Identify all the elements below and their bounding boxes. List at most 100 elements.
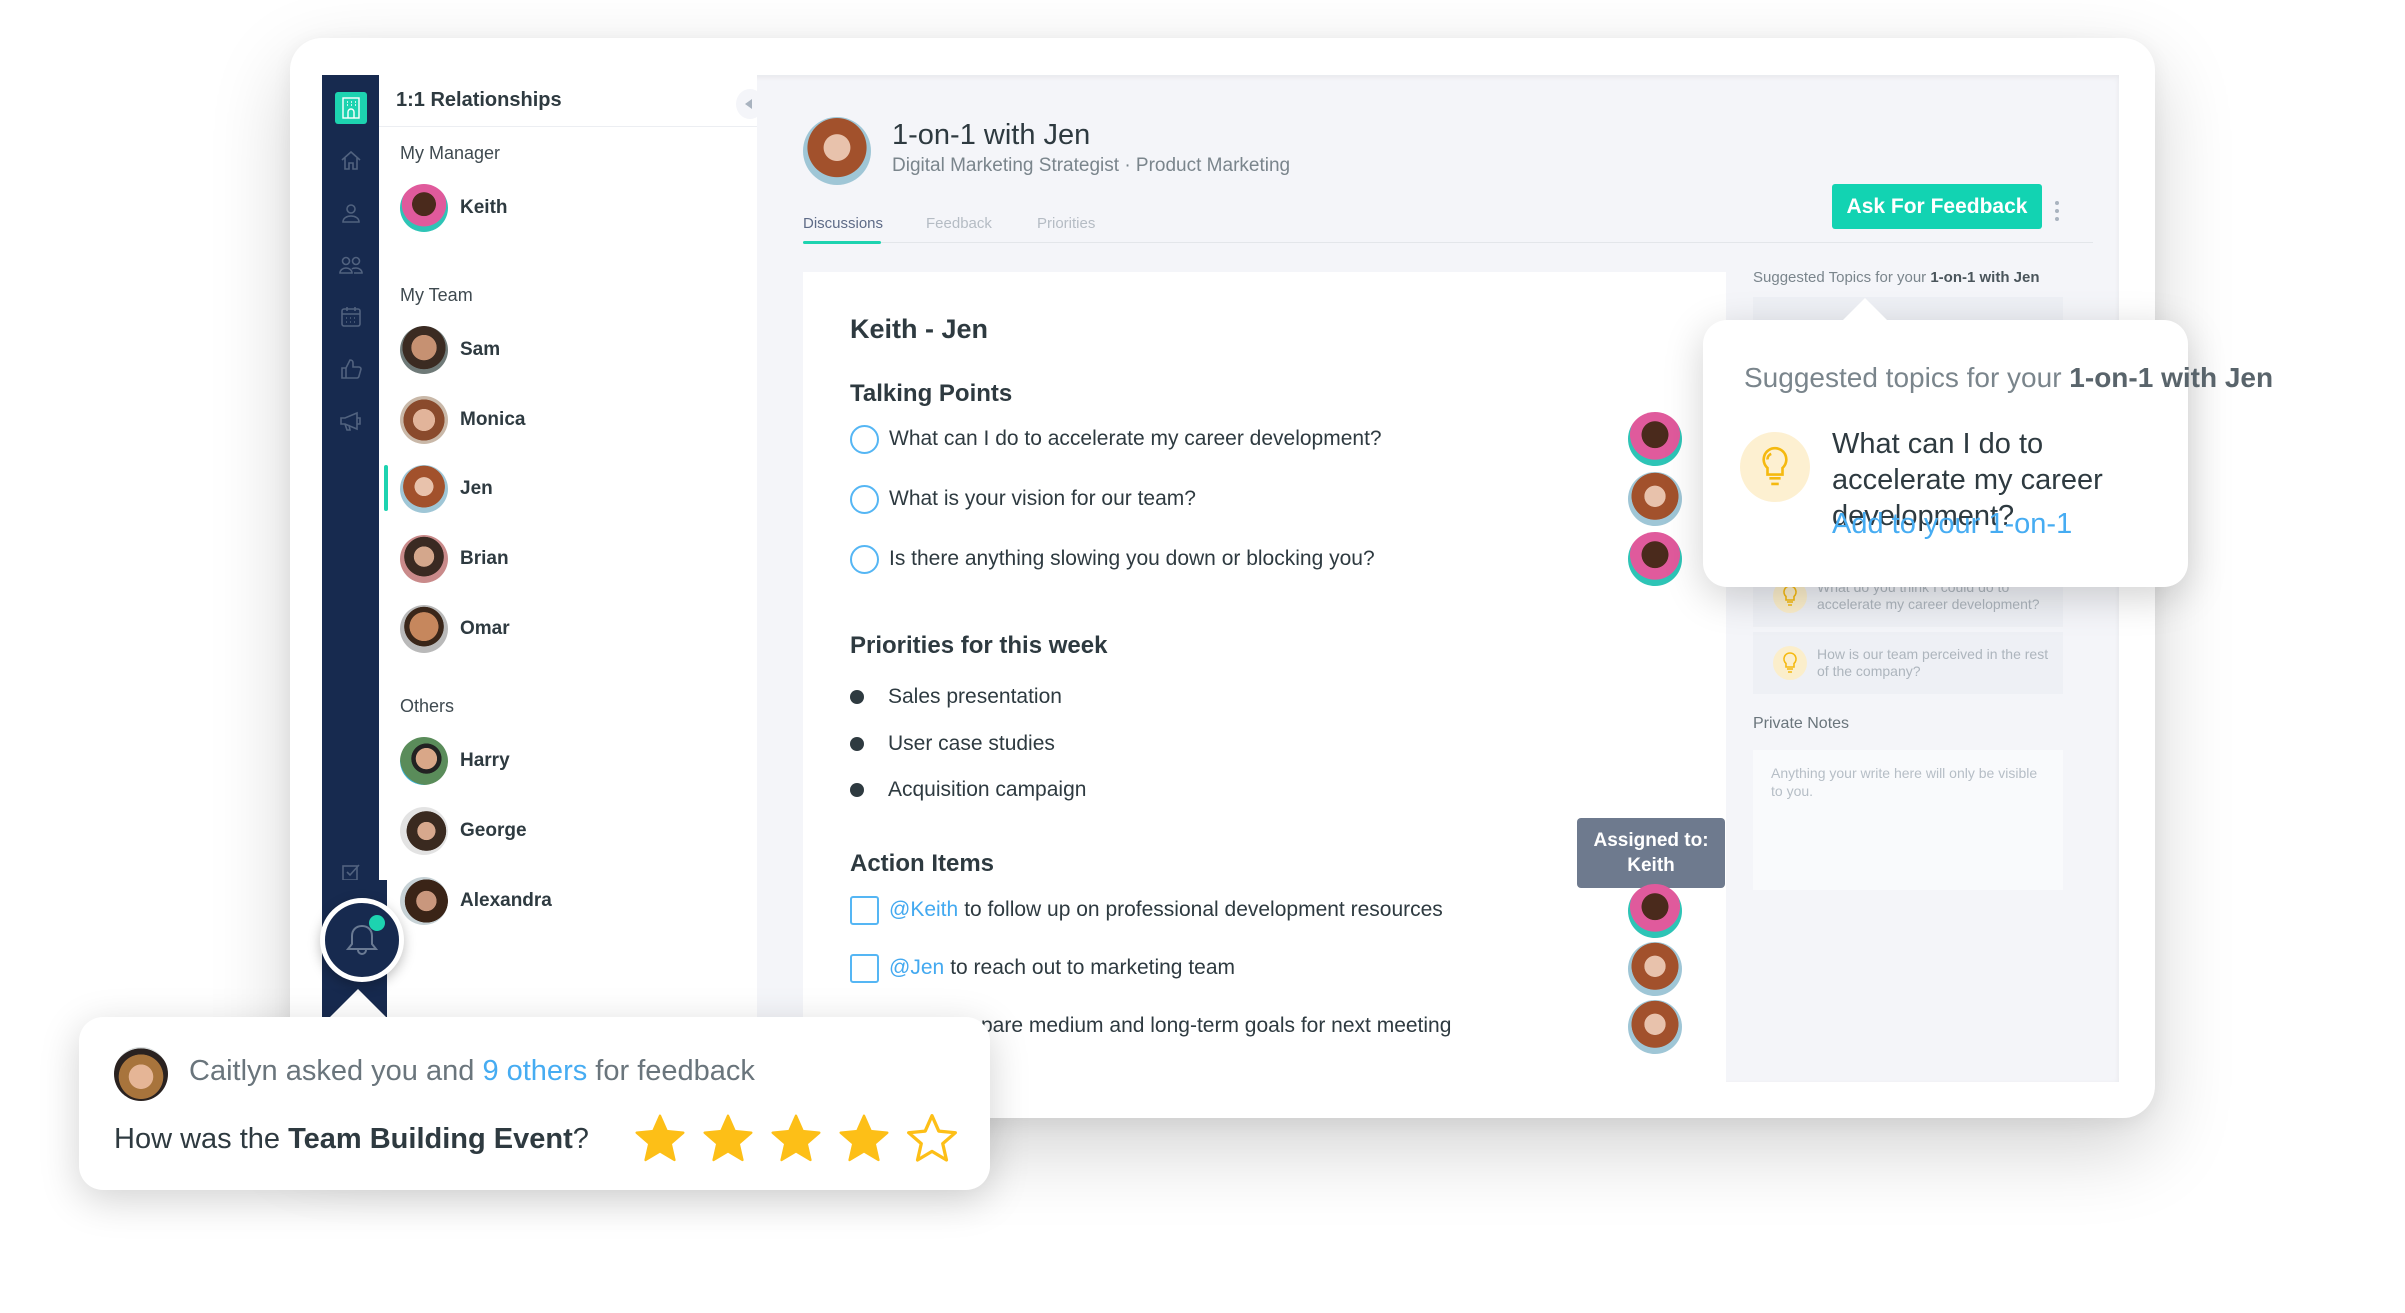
- person-name: Harry: [460, 750, 510, 771]
- avatar: [400, 605, 448, 653]
- action-item-text: to reach out to marketing team: [950, 956, 1235, 979]
- calendar-icon[interactable]: [337, 303, 365, 331]
- talking-point-text: What can I do to accelerate my career de…: [889, 427, 1382, 450]
- person-name: Keith: [460, 197, 508, 218]
- action-item[interactable]: @Jen to reach out to marketing team: [850, 951, 1235, 985]
- priority-text: Acquisition campaign: [888, 778, 1087, 801]
- priority-item: Sales presentation: [842, 680, 1062, 714]
- bullet-icon: [850, 737, 864, 751]
- avatar: [400, 396, 448, 444]
- person-jen[interactable]: Jen: [400, 464, 493, 514]
- mention-link[interactable]: @Jen: [889, 956, 944, 980]
- action-item-text: pare medium and long-term goals for next…: [981, 1014, 1452, 1037]
- person-name: Alexandra: [460, 890, 552, 911]
- ask-for-feedback-button[interactable]: Ask For Feedback: [1832, 184, 2042, 229]
- talking-point-item[interactable]: What can I do to accelerate my career de…: [850, 422, 1382, 456]
- star-rating[interactable]: [632, 1111, 972, 1167]
- person-name: Brian: [460, 548, 509, 569]
- avatar: [400, 535, 448, 583]
- tooltip-name: Keith: [1627, 855, 1675, 876]
- mention-link[interactable]: @Keith: [889, 898, 958, 922]
- building-icon[interactable]: [335, 92, 367, 124]
- relationships-header: 1:1 Relationships: [379, 75, 757, 127]
- star-filled-icon[interactable]: [632, 1111, 688, 1167]
- avatar: [400, 184, 448, 232]
- user-icon[interactable]: [337, 199, 365, 227]
- owner-avatar-keith: [1628, 412, 1682, 466]
- lightbulb-icon: [1740, 432, 1810, 502]
- more-options-icon[interactable]: [2054, 201, 2060, 225]
- person-monica[interactable]: Monica: [400, 395, 525, 445]
- person-sam[interactable]: Sam: [400, 325, 500, 375]
- suggestion-item[interactable]: How is our team perceived in the rest of…: [1753, 632, 2063, 694]
- tab-discussions[interactable]: Discussions: [803, 215, 883, 232]
- person-name: Monica: [460, 409, 526, 430]
- priority-item: Acquisition campaign: [842, 773, 1086, 807]
- relationships-panel: 1:1 Relationships My Manager Keith My Te…: [379, 75, 757, 1082]
- star-filled-icon[interactable]: [836, 1111, 892, 1167]
- talking-point-item[interactable]: Is there anything slowing you down or bl…: [850, 542, 1375, 576]
- suggestion-text: How is our team perceived in the rest of…: [1817, 646, 2049, 679]
- owner-avatar-jen[interactable]: [1628, 1000, 1682, 1054]
- discussion-card: Keith - Jen Talking Points What can I do…: [803, 272, 1726, 1082]
- radio-circle-icon[interactable]: [850, 484, 879, 514]
- add-to-1on1-link[interactable]: Add to your 1-on-1: [1832, 508, 2072, 541]
- avatar: [400, 737, 448, 785]
- person-omar[interactable]: Omar: [400, 604, 510, 654]
- team-icon[interactable]: [337, 251, 365, 279]
- avatar: [400, 877, 448, 925]
- person-brian[interactable]: Brian: [400, 534, 509, 584]
- radio-circle-icon[interactable]: [850, 544, 879, 574]
- star-empty-icon[interactable]: [904, 1111, 960, 1167]
- private-notes-label: Private Notes: [1753, 715, 1850, 732]
- talking-point-item[interactable]: What is your vision for our team?: [850, 482, 1196, 516]
- star-filled-icon[interactable]: [768, 1111, 824, 1167]
- tab-feedback[interactable]: Feedback: [926, 215, 992, 232]
- feedback-request-text: Caitlyn asked you and 9 others for feedb…: [189, 1055, 755, 1087]
- action-item-text: to follow up on professional development…: [964, 898, 1443, 921]
- person-george[interactable]: George: [400, 806, 527, 856]
- tooltip-label: Assigned to:: [1593, 830, 1709, 851]
- notification-button[interactable]: [320, 898, 404, 982]
- radio-circle-icon[interactable]: [850, 424, 879, 454]
- relationships-title: 1:1 Relationships: [396, 89, 562, 111]
- megaphone-icon[interactable]: [337, 407, 365, 435]
- meeting-title: 1-on-1 with Jen: [892, 119, 1091, 151]
- section-label-my-team: My Team: [400, 285, 473, 305]
- star-filled-icon[interactable]: [700, 1111, 756, 1167]
- owner-avatar-keith: [1628, 532, 1682, 586]
- person-harry[interactable]: Harry: [400, 736, 510, 786]
- avatar-jen: [803, 117, 871, 185]
- avatar: [400, 326, 448, 374]
- side-panel-title: Suggested Topics for your 1-on-1 with Je…: [1753, 269, 2040, 286]
- thumbs-up-icon[interactable]: [337, 355, 365, 383]
- checkbox[interactable]: [850, 895, 879, 925]
- feedback-request-card: Caitlyn asked you and 9 others for feedb…: [79, 1017, 990, 1190]
- person-keith[interactable]: Keith: [400, 183, 508, 233]
- person-name: Jen: [460, 478, 493, 499]
- talking-point-text: Is there anything slowing you down or bl…: [889, 547, 1375, 570]
- checkbox[interactable]: [850, 953, 879, 983]
- home-icon[interactable]: [337, 147, 365, 175]
- active-indicator: [384, 465, 388, 511]
- owner-avatar-keith[interactable]: [1628, 884, 1682, 938]
- action-item[interactable]: pare medium and long-term goals for next…: [981, 1009, 1451, 1043]
- others-link[interactable]: 9 others: [482, 1055, 587, 1087]
- person-name: George: [460, 820, 527, 841]
- person-alexandra[interactable]: Alexandra: [400, 876, 552, 926]
- section-label-others: Others: [400, 696, 455, 716]
- assigned-to-tooltip: Assigned to: Keith: [1577, 818, 1725, 896]
- person-name: Sam: [460, 339, 501, 360]
- private-notes-input[interactable]: Anything your write here will only be vi…: [1753, 750, 2063, 890]
- owner-avatar-jen: [1628, 472, 1682, 526]
- priority-text: Sales presentation: [888, 685, 1062, 708]
- tab-priorities[interactable]: Priorities: [1037, 215, 1095, 232]
- owner-avatar-jen[interactable]: [1628, 942, 1682, 996]
- popup-title: Suggested topics for your 1-on-1 with Je…: [1744, 362, 2274, 393]
- avatar: [400, 465, 448, 513]
- action-item[interactable]: @Keith to follow up on professional deve…: [850, 893, 1443, 927]
- suggested-topics-popup: Suggested topics for your 1-on-1 with Je…: [1703, 298, 2273, 587]
- action-items-heading: Action Items: [850, 850, 995, 877]
- avatar: [400, 807, 448, 855]
- section-label-my-manager: My Manager: [400, 143, 501, 163]
